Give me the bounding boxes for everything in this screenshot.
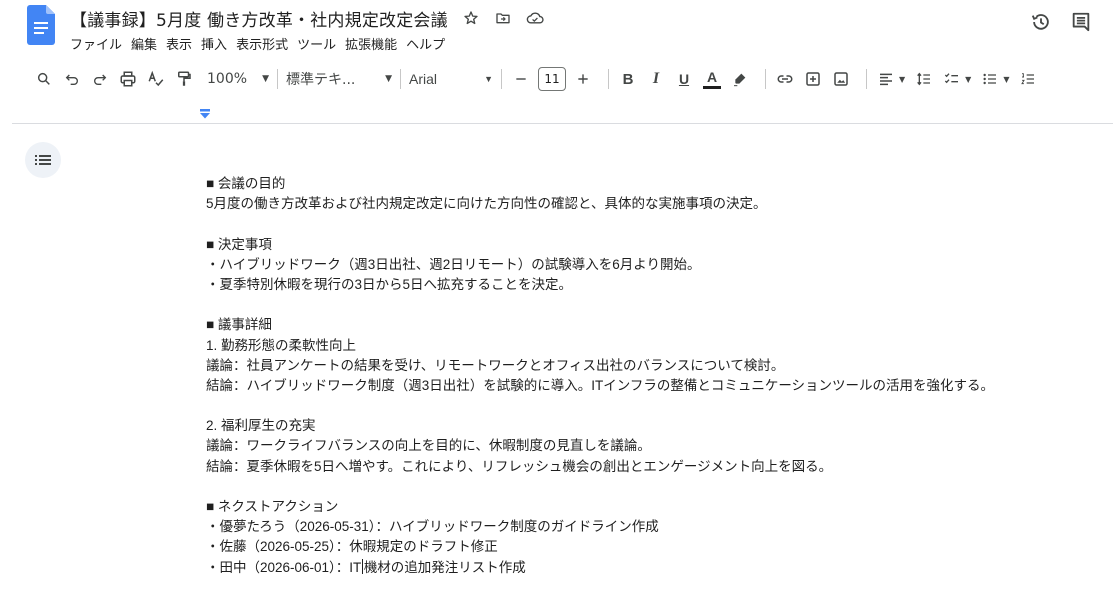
menu-format[interactable]: 表示形式 — [236, 32, 293, 55]
redo-icon[interactable] — [89, 65, 111, 93]
caret-down-icon[interactable]: ▼ — [899, 75, 905, 84]
toolbar-divider — [608, 69, 609, 89]
docs-logo-icon[interactable] — [27, 5, 55, 45]
caret-down-icon: ▼ — [484, 74, 493, 84]
decision-item: ・ハイブリッドワーク（週3日出社、週2日リモート）の試験導入を6月より開始。 — [206, 256, 701, 272]
text-color-label: A — [706, 68, 718, 85]
detail-title: 2. 福利厚生の充実 — [206, 418, 316, 434]
toolbar: 100% ▼ 標準テキ... ▼ Arial ▼ 11 B I U A ▼ ▼ … — [33, 63, 1113, 95]
toolbar-divider — [866, 69, 867, 89]
caret-down-icon[interactable]: ▼ — [1003, 75, 1009, 84]
menu-file[interactable]: ファイル — [70, 32, 127, 55]
spellcheck-icon[interactable] — [145, 65, 167, 93]
checklist-icon[interactable] — [941, 65, 963, 93]
font-value: Arial — [409, 71, 438, 87]
insert-comment-icon[interactable] — [802, 65, 824, 93]
details-heading: ■ 議事詳細 — [206, 317, 272, 333]
paint-format-icon[interactable] — [173, 65, 195, 93]
toolbar-divider — [501, 69, 502, 89]
undo-icon[interactable] — [61, 65, 83, 93]
action-item: ・優夢たろう（2026-05-31）：ハイブリッドワーク制度のガイドライン作成 — [206, 519, 659, 535]
insert-image-icon[interactable] — [830, 65, 852, 93]
ruler-divider — [12, 123, 1113, 124]
text-color-swatch — [703, 85, 721, 89]
style-value: 標準テキ... — [286, 72, 356, 88]
star-icon[interactable] — [462, 9, 480, 27]
detail-title: 1. 勤務形態の柔軟性向上 — [206, 337, 357, 353]
menu-view[interactable]: 表示 — [166, 32, 197, 55]
toolbar-divider — [400, 69, 401, 89]
menu-help[interactable]: ヘルプ — [406, 32, 450, 55]
document-title[interactable]: 【議事録】5月度 働き方改革・社内規定改定会議 — [70, 6, 448, 31]
print-icon[interactable] — [117, 65, 139, 93]
line-spacing-icon[interactable] — [913, 65, 935, 93]
detail-conclusion: 結論：ハイブリッドワーク制度（週3日出社）を試験的に導入。ITインフラの整備とコ… — [206, 377, 995, 393]
font-select[interactable]: Arial ▼ — [409, 71, 493, 87]
move-folder-icon[interactable] — [494, 9, 512, 27]
menu-tools[interactable]: ツール — [297, 32, 341, 55]
detail-discussion: 議論：ワークライフバランスの向上を目的に、休暇制度の見直しを議論。 — [206, 438, 651, 454]
title-row: 【議事録】5月度 働き方改革・社内規定改定会議 — [70, 6, 544, 31]
text-color-button[interactable]: A — [701, 65, 723, 93]
detail-discussion: 議論：社員アンケートの結果を受け、リモートワークとオフィス出社のバランスについて… — [206, 357, 785, 373]
menu-insert[interactable]: 挿入 — [201, 32, 232, 55]
action-item: ・佐藤（2026-05-25）：休暇規定のドラフト修正 — [206, 539, 498, 555]
document-body[interactable]: ■ 会議の目的 5月度の働き方改革および社内規定改定に向けた方向性の確認と、具体… — [206, 174, 1106, 578]
caret-down-icon: ▼ — [385, 74, 392, 84]
action-text-after-cursor: 機材の追加発注リスト作成 — [363, 559, 526, 575]
search-menus-icon[interactable] — [33, 65, 55, 93]
cloud-saved-icon[interactable] — [526, 9, 544, 27]
highlight-color-icon[interactable] — [729, 65, 751, 93]
bold-button[interactable]: B — [617, 65, 639, 93]
align-left-icon[interactable] — [875, 65, 897, 93]
menu-edit[interactable]: 編集 — [131, 32, 162, 55]
detail-conclusion: 結論：夏季休暇を5日へ増やす。これにより、リフレッシュ機会の創出とエンゲージメン… — [206, 458, 833, 474]
toolbar-divider — [277, 69, 278, 89]
toolbar-divider — [765, 69, 766, 89]
zoom-value: 100% — [207, 71, 248, 87]
style-select[interactable]: 標準テキ... ▼ — [286, 69, 392, 89]
increase-font-size-icon[interactable] — [572, 65, 594, 93]
caret-down-icon: ▼ — [262, 74, 269, 84]
indent-marker-icon[interactable] — [200, 109, 210, 119]
next-action-heading: ■ ネクストアクション — [206, 499, 339, 514]
bulleted-list-icon[interactable] — [979, 65, 1001, 93]
insert-link-icon[interactable] — [774, 65, 796, 93]
decrease-font-size-icon[interactable] — [510, 65, 532, 93]
action-item: ・田中（2026-06-01）：IT 機材の追加発注リスト作成 — [206, 558, 1106, 578]
menu-bar: ファイル 編集 表示 挿入 表示形式 ツール 拡張機能 ヘルプ — [70, 32, 454, 55]
italic-button[interactable]: I — [645, 65, 667, 93]
font-size-input[interactable]: 11 — [538, 67, 566, 91]
version-history-icon[interactable] — [1027, 8, 1055, 36]
action-text-before-cursor: ・田中（2026-06-01）：IT — [206, 559, 362, 575]
purpose-heading: ■ 会議の目的 — [206, 176, 286, 191]
outline-icon — [35, 155, 51, 165]
numbered-list-icon[interactable] — [1017, 65, 1039, 93]
underline-button[interactable]: U — [673, 65, 695, 93]
caret-down-icon[interactable]: ▼ — [965, 75, 971, 84]
decision-heading: ■ 決定事項 — [206, 236, 272, 252]
zoom-select[interactable]: 100% ▼ — [207, 71, 269, 87]
decision-item: ・夏季特別休暇を現行の3日から5日へ拡充することを決定。 — [206, 276, 573, 292]
document-outline-button[interactable] — [25, 142, 61, 178]
purpose-text: 5月度の働き方改革および社内規定改定に向けた方向性の確認と、具体的な実施事項の決… — [206, 196, 767, 212]
menu-extensions[interactable]: 拡張機能 — [345, 32, 402, 55]
comments-icon[interactable] — [1067, 8, 1095, 36]
